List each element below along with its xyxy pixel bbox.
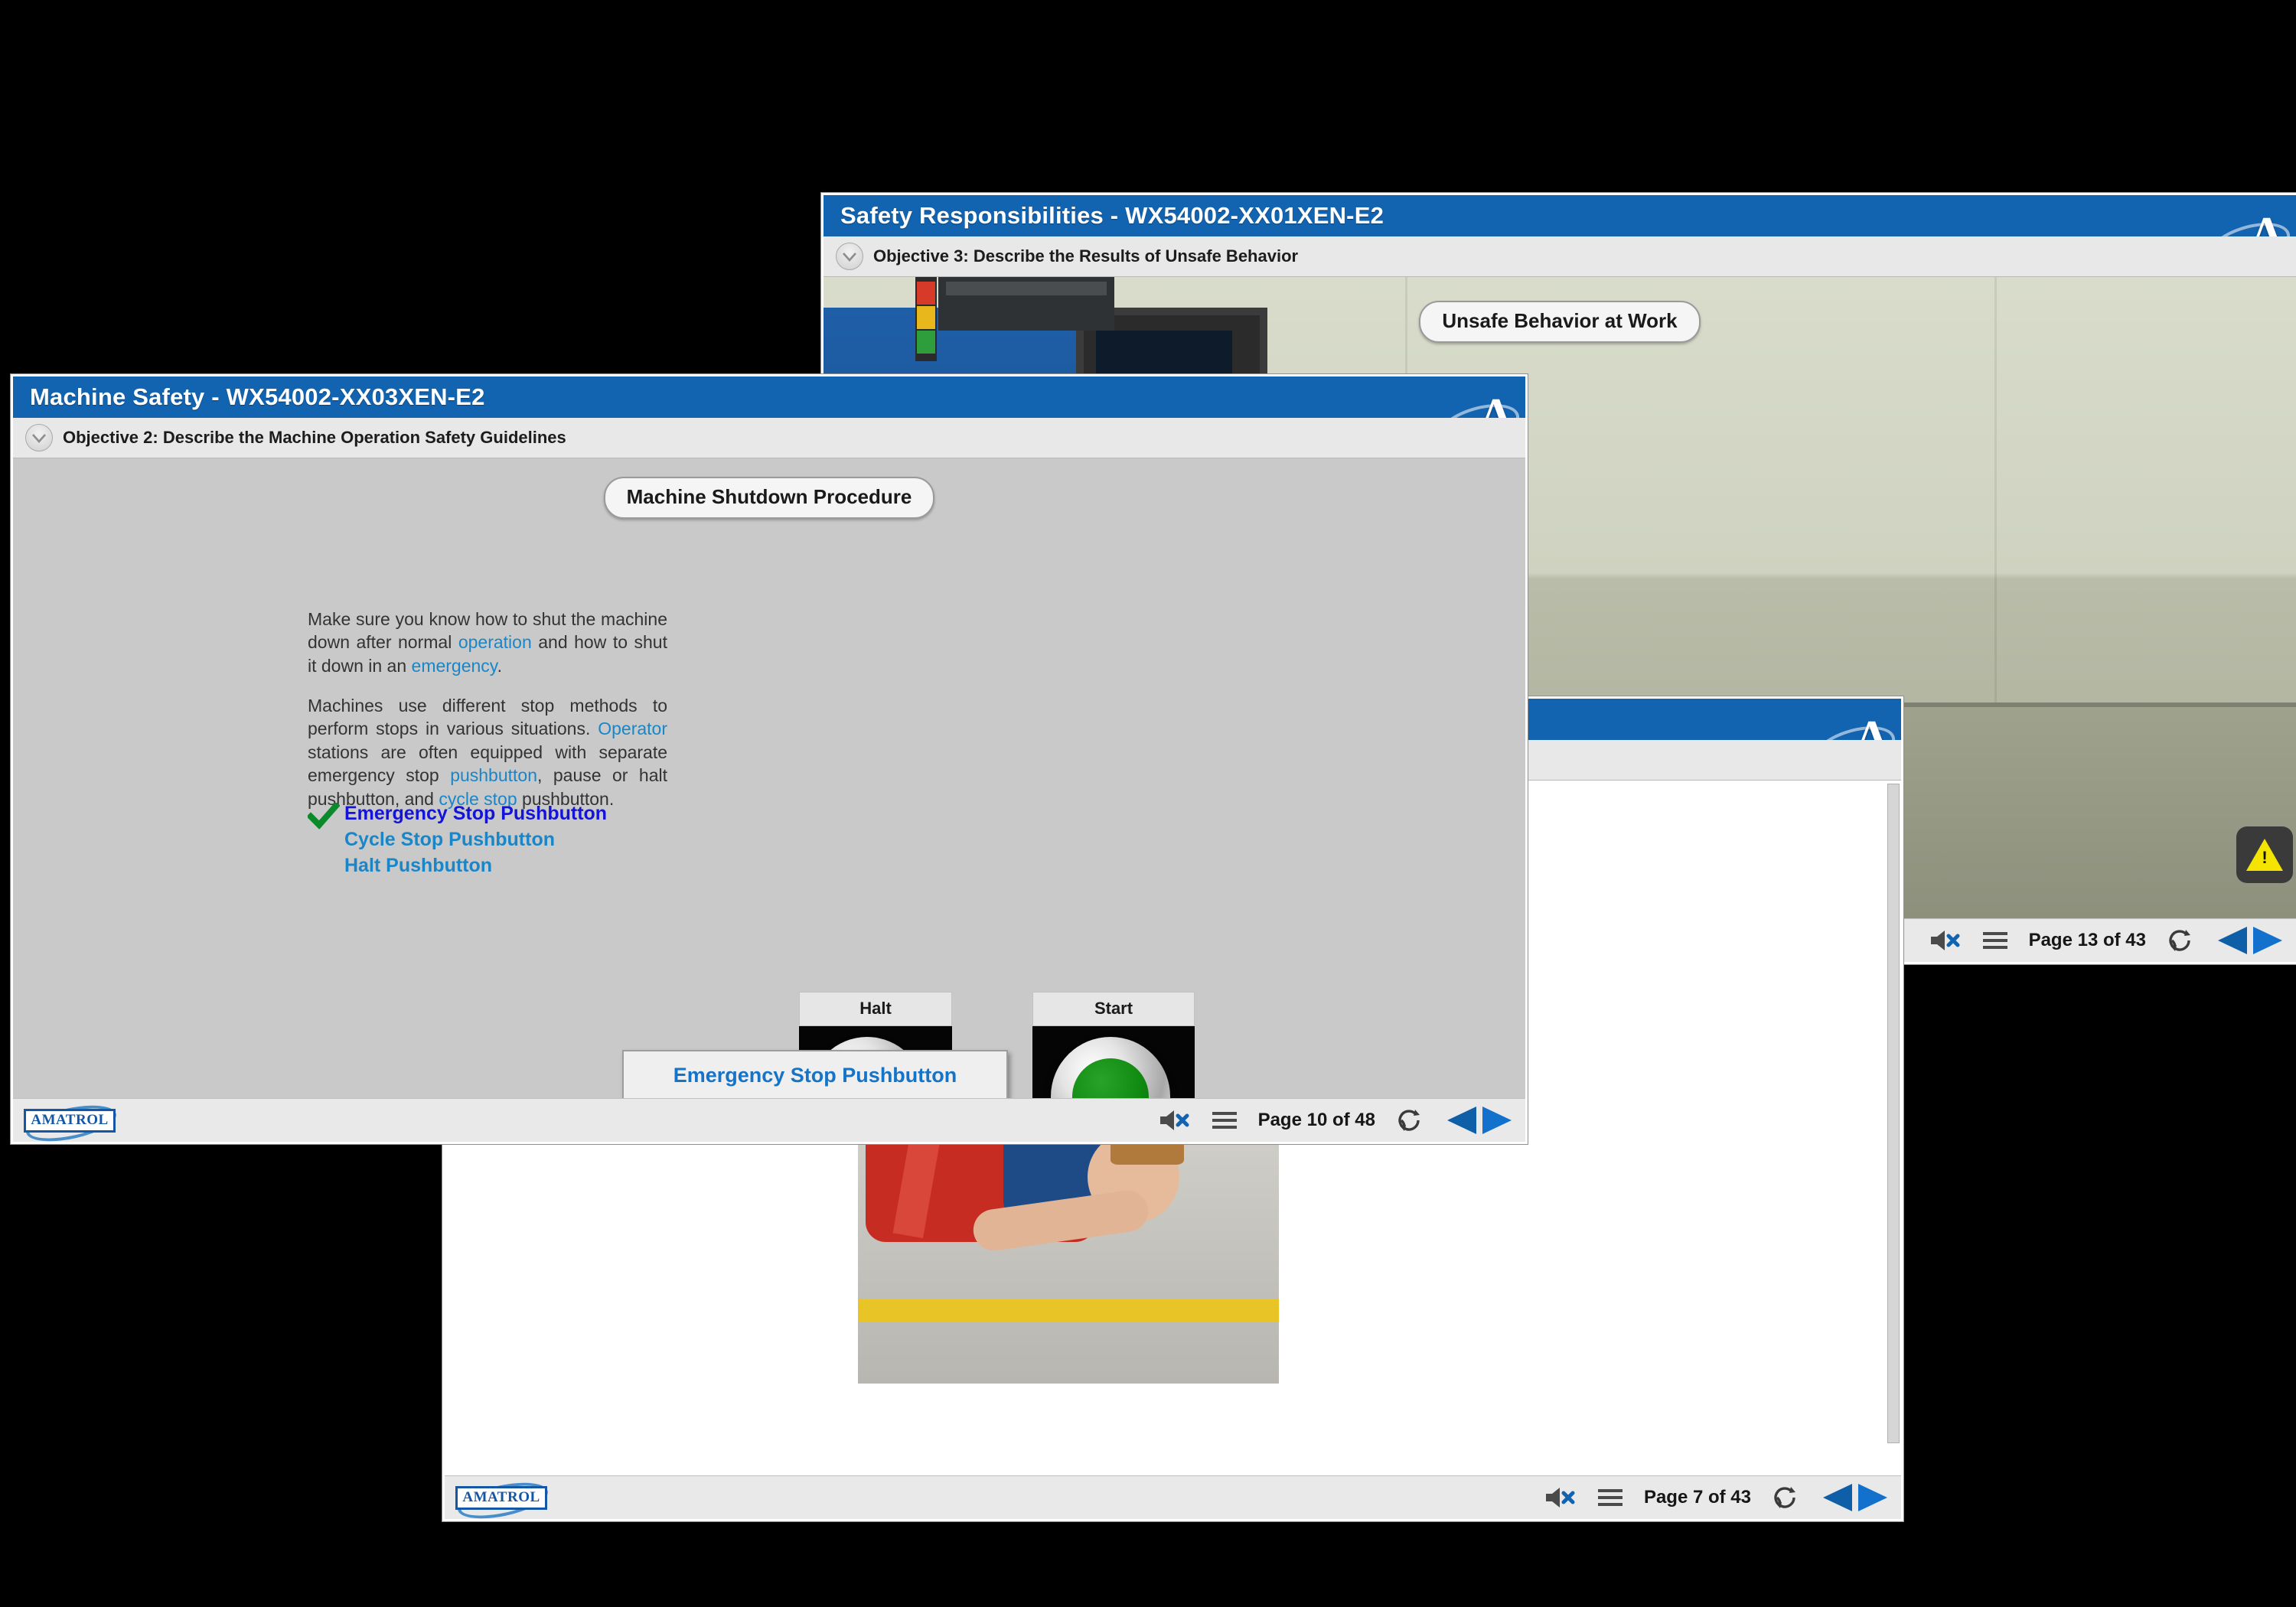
link-pushbutton[interactable]: pushbutton [450, 765, 537, 785]
stop-method-item-0[interactable]: Emergency Stop Pushbutton [344, 801, 607, 827]
amatrol-logo-front: AMATROL [23, 1098, 119, 1142]
warning-triangle-icon: ! [2246, 839, 2283, 871]
page-indicator-mid: Page 7 of 43 [1643, 1487, 1751, 1508]
replay-button-back[interactable] [2166, 927, 2195, 953]
emergency-stop-tooltip: Emergency Stop Pushbutton The Emergency … [622, 1050, 1008, 1099]
menu-button-mid[interactable] [1596, 1487, 1624, 1508]
objective-label-front: Objective 2: Describe the Machine Operat… [63, 428, 566, 447]
replay-refresh-icon [2169, 930, 2190, 951]
lesson-body-text: Make sure you know how to shut the machi… [308, 608, 667, 827]
mute-button-back[interactable] [1928, 927, 1962, 953]
speaker-mute-icon [1159, 1110, 1189, 1130]
replay-button-mid[interactable] [1771, 1485, 1800, 1511]
next-arrow-icon[interactable] [1857, 1482, 1890, 1513]
interactive-warning-badge-back[interactable]: ! [2236, 826, 2293, 883]
title-bar-front: Machine Safety - WX54002-XX03XEN-E2 A [13, 376, 1525, 458]
link-operation[interactable]: operation [458, 632, 532, 652]
start-pushbutton[interactable]: Start [1032, 992, 1195, 1099]
mute-button-mid[interactable] [1543, 1485, 1577, 1511]
chevron-down-icon[interactable] [836, 243, 863, 270]
objective-label-back: Objective 3: Describe the Results of Uns… [873, 246, 1299, 266]
mute-button-front[interactable] [1157, 1107, 1191, 1133]
paragraph-2: Machines use different stop methods to p… [308, 696, 668, 809]
stop-method-list: Emergency Stop Pushbutton Cycle Stop Pus… [308, 801, 607, 878]
paragraph-1: Make sure you know how to shut the machi… [308, 609, 667, 676]
halt-label-plate: Halt [799, 992, 952, 1026]
content-scrollbar-mid[interactable] [1887, 784, 1900, 1443]
hamburger-menu-icon [1212, 1112, 1237, 1129]
menu-button-front[interactable] [1211, 1110, 1238, 1131]
amatrol-logo-mid: AMATROL [455, 1475, 551, 1519]
stop-method-item-2[interactable]: Halt Pushbutton [344, 853, 607, 879]
page-title-back: Unsafe Behavior at Work [1419, 301, 1701, 343]
footer-bar-mid: AMATROL Page 7 of 43 [445, 1475, 1901, 1519]
speaker-mute-icon [1930, 931, 1960, 950]
page-indicator-front: Page 10 of 48 [1257, 1110, 1375, 1130]
hamburger-menu-icon [1597, 1489, 1623, 1506]
previous-arrow-icon[interactable] [1820, 1482, 1854, 1513]
objective-bar-front[interactable]: Objective 2: Describe the Machine Operat… [13, 418, 1525, 458]
link-emergency[interactable]: emergency [412, 656, 497, 676]
page-indicator-back: Page 13 of 43 [2028, 930, 2146, 950]
link-operator[interactable]: Operator [598, 719, 667, 738]
desktop-background: Safety Responsibilities - WX54002-XX01XE… [0, 0, 2296, 1607]
replay-button-front[interactable] [1395, 1107, 1424, 1133]
replay-refresh-icon [1398, 1110, 1420, 1131]
replay-refresh-icon [1774, 1487, 1795, 1508]
previous-arrow-icon[interactable] [1444, 1105, 1478, 1136]
footer-bar-front: AMATROL Page 10 of 48 [13, 1098, 1525, 1142]
green-check-icon [308, 803, 340, 830]
objective-bar-back[interactable]: Objective 3: Describe the Results of Uns… [823, 236, 2296, 277]
stop-method-item-1[interactable]: Cycle Stop Pushbutton [344, 827, 607, 853]
menu-button-back[interactable] [1981, 930, 2009, 951]
window-title-back: Safety Responsibilities - WX54002-XX01XE… [840, 202, 1384, 229]
window-machine-safety[interactable]: Machine Safety - WX54002-XX03XEN-E2 A Ob… [11, 374, 1528, 1144]
chevron-down-icon[interactable] [25, 424, 53, 451]
title-bar-back: Safety Responsibilities - WX54002-XX01XE… [823, 195, 2296, 276]
tooltip-heading: Emergency Stop Pushbutton [673, 1064, 957, 1087]
page-title-front: Machine Shutdown Procedure [603, 477, 935, 519]
window-title-front: Machine Safety - WX54002-XX03XEN-E2 [30, 383, 485, 410]
next-arrow-icon[interactable] [1481, 1105, 1515, 1136]
next-arrow-icon[interactable] [2252, 925, 2285, 956]
content-area-front: Machine Shutdown Procedure Make sure you… [13, 458, 1525, 1099]
previous-arrow-icon[interactable] [2215, 925, 2249, 956]
speaker-mute-icon [1545, 1488, 1575, 1508]
hamburger-menu-icon [1982, 932, 2007, 949]
start-label-plate: Start [1032, 992, 1195, 1026]
